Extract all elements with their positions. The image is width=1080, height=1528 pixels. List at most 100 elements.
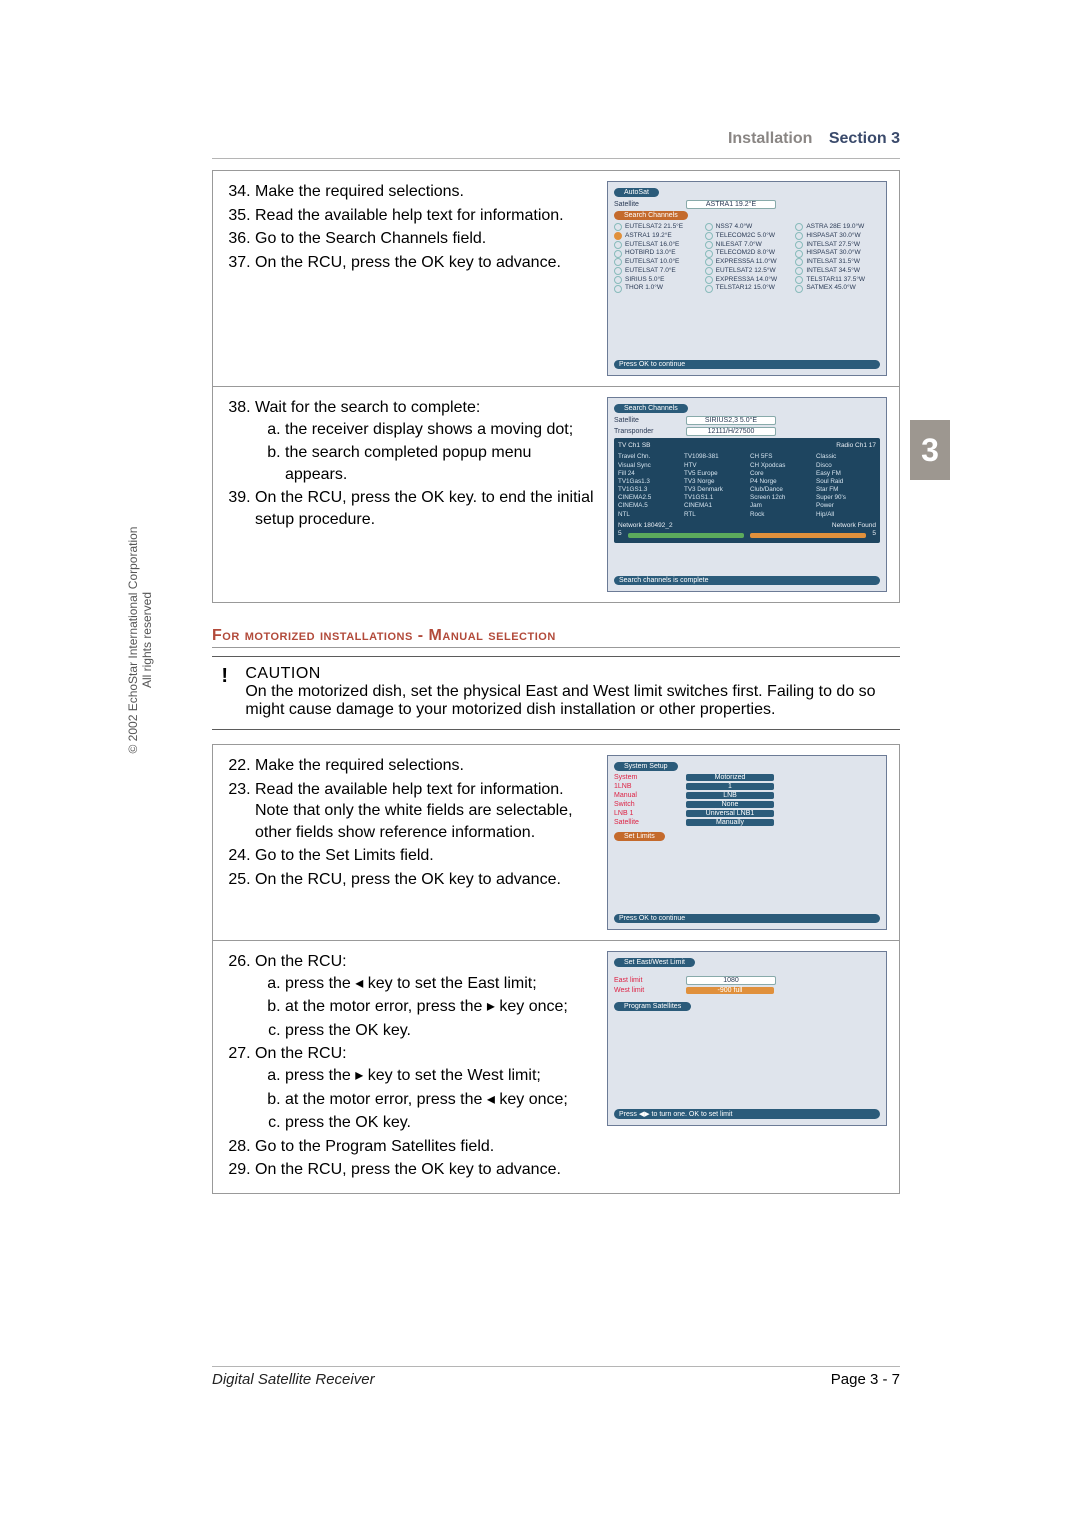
fig4-program: Program Satellites (614, 1002, 691, 1011)
fig1-sat-value: ASTRA1 19.2°E (686, 200, 776, 209)
fig4-east-label: East limit (614, 977, 682, 984)
page-header: Installation Section 3 (728, 130, 900, 148)
channel-item: CINEMA2.5 (618, 494, 678, 502)
step-39: On the RCU, press the OK key. to end the… (255, 487, 597, 530)
setup-row: 1LNB1 (614, 783, 880, 790)
footer-right: Page 3 - 7 (831, 1371, 900, 1388)
channel-item: Soul Raid (816, 478, 876, 486)
channel-item: Classic (816, 453, 876, 461)
channel-item: HTV (684, 462, 744, 470)
fig3-set-limits: Set Limits (614, 832, 665, 841)
channel-item: TV3 Denmark (684, 486, 744, 494)
fig2-tp-value: 12111/H/27500 (686, 427, 776, 436)
setup-row: LNB 1Universal LNB1 (614, 810, 880, 817)
channel-item: Fill 24 (618, 470, 678, 478)
chapter-tab: 3 (910, 420, 950, 480)
fig2-stats-left: Network 180492_2 (618, 522, 673, 530)
fig1-sat-label: Satellite (614, 201, 682, 208)
sat-item: EUTELSAT2 12.5°W (705, 267, 790, 276)
fig2-footer: Search channels is complete (614, 576, 880, 585)
sat-item: ASTRA 28E 19.0°W (795, 223, 880, 232)
channel-item: CINEMA.5 (618, 502, 678, 510)
sub-rule (212, 647, 900, 648)
fig4-west-value: -900 full (686, 987, 774, 994)
sat-item: EXPRESS5A 11.0°W (705, 258, 790, 267)
channel-item: TV5 Europe (684, 470, 744, 478)
footer-left: Digital Satellite Receiver (212, 1371, 375, 1388)
step-38: Wait for the search to complete: (255, 399, 480, 416)
channel-item: TV1GS1.3 (618, 486, 678, 494)
channel-item: Club/Dance (750, 486, 810, 494)
channel-item: Disco (816, 462, 876, 470)
step-29: On the RCU, press the OK key to advance. (255, 1159, 597, 1181)
figure-set-limits: Set East/West Limit East limit 1080 West… (607, 951, 887, 1126)
channel-item: CH Xpodcas (750, 462, 810, 470)
sat-item: TELSTAR12 15.0°W (705, 284, 790, 293)
step-23: Read the available help text for informa… (255, 779, 597, 844)
motorized-subheading: For motorized installations - Manual sel… (212, 627, 900, 645)
step-26b: at the motor error, press the ▸ key once… (285, 996, 597, 1018)
fig2-tp-label: Transponder (614, 428, 682, 435)
channel-item: Screen 12ch (750, 494, 810, 502)
header-section: Section 3 (829, 130, 900, 147)
fig2-tp-left: 5 (618, 530, 622, 538)
channel-item: Super 90's (816, 494, 876, 502)
fig2-sat-label: Satellite (614, 417, 682, 424)
setup-row: SwitchNone (614, 801, 880, 808)
step-25: On the RCU, press the OK key to advance. (255, 869, 597, 891)
sat-item: SATMEX 45.0°W (795, 284, 880, 293)
sat-item: EUTELSAT 7.0°E (614, 267, 699, 276)
channel-item: Hip/All (816, 511, 876, 519)
sat-item: HOTBIRD 13.0°E (614, 249, 699, 258)
copyright-line2: All rights reserved (140, 510, 154, 770)
step-text-1: Make the required selections. Read the a… (225, 181, 597, 376)
sat-item: ASTRA1 19.2°E (614, 232, 699, 241)
channel-item: Rock (750, 511, 810, 519)
step-38a: the receiver display shows a moving dot; (285, 419, 597, 441)
channel-item: Jam (750, 502, 810, 510)
fig1-search-btn: Search Channels (614, 211, 688, 220)
step-box-1: Make the required selections. Read the a… (212, 170, 900, 387)
fig1-footer: Press OK to continue (614, 360, 880, 369)
step-26c: press the OK key. (285, 1020, 597, 1042)
sat-item: NILESAT 7.0°W (705, 241, 790, 250)
channel-item: TV3 Norge (684, 478, 744, 486)
step-box-2: Wait for the search to complete: the rec… (212, 387, 900, 603)
figure-search-channels: Search Channels Satellite SIRIUS2,3 5.0°… (607, 397, 887, 592)
sat-item: INTELSAT 27.5°W (795, 241, 880, 250)
channel-item: Travel Chn. (618, 453, 678, 461)
step-text-3: Make the required selections. Read the a… (225, 755, 597, 930)
channel-item: TV1Gas1.3 (618, 478, 678, 486)
sat-item: HISPASAT 30.0°W (795, 249, 880, 258)
setup-row: ManualLNB (614, 792, 880, 799)
step-27c: press the OK key. (285, 1112, 597, 1134)
step-27b: at the motor error, press the ◂ key once… (285, 1089, 597, 1111)
step-text-2: Wait for the search to complete: the rec… (225, 397, 597, 592)
step-36: Go to the Search Channels field. (255, 228, 597, 250)
sat-item: TELECOM2C 5.0°W (705, 232, 790, 241)
setup-row: SatelliteManually (614, 819, 880, 826)
caution-body: On the motorized dish, set the physical … (245, 683, 894, 719)
step-box-3: Make the required selections. Read the a… (212, 744, 900, 941)
channel-item: NTL (618, 511, 678, 519)
channel-item: Core (750, 470, 810, 478)
channel-item: Star FM (816, 486, 876, 494)
step-box-4: On the RCU: press the ◂ key to set the E… (212, 941, 900, 1194)
fig2-btn: Search Channels (614, 404, 688, 413)
step-26a: press the ◂ key to set the East limit; (285, 973, 597, 995)
fig2-tp-right: 5 (872, 530, 876, 538)
sat-item: INTELSAT 31.5°W (795, 258, 880, 267)
step-27: On the RCU: (255, 1045, 347, 1062)
header-rule (212, 158, 900, 159)
step-27a: press the ▸ key to set the West limit; (285, 1065, 597, 1087)
channel-item: Visual Sync (618, 462, 678, 470)
step-28: Go to the Program Satellites field. (255, 1136, 597, 1158)
copyright-line1: © 2002 EchoStar International Corporatio… (126, 510, 140, 770)
fig3-footer: Press OK to continue (614, 914, 880, 923)
step-22: Make the required selections. (255, 755, 597, 777)
fig3-btn: System Setup (614, 762, 678, 771)
fig2-panel: TV Ch1 SB Radio Ch1 17 Travel Chn.Visual… (614, 438, 880, 543)
fig2-stats-right: Network Found (832, 522, 876, 530)
header-installation: Installation (728, 130, 812, 147)
sat-item: NSS7 4.0°W (705, 223, 790, 232)
